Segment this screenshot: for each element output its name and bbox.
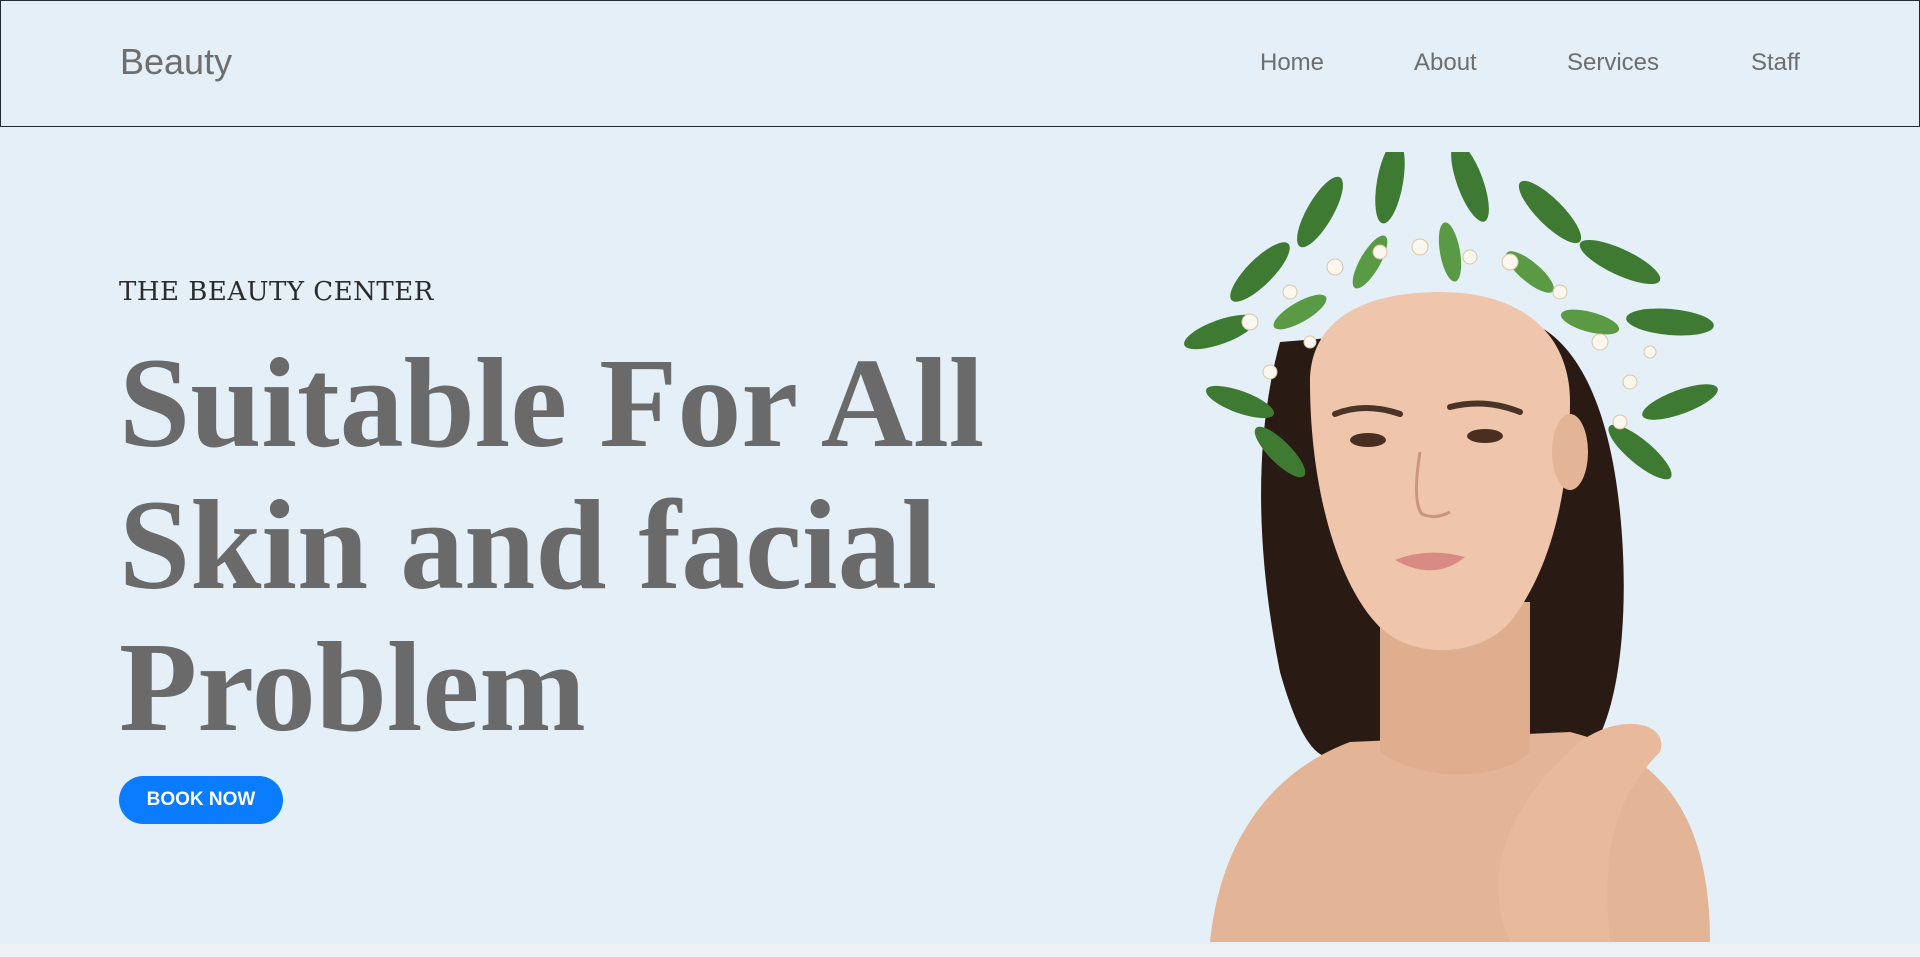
headline-line-2: Skin and facial <box>119 474 938 616</box>
hero-eyebrow: THE BEAUTY CENTER <box>119 277 434 307</box>
headline-line-1: Suitable For All <box>119 332 985 474</box>
hero-woman-photo <box>1184 152 1718 942</box>
nav-link-home[interactable]: Home <box>1260 49 1324 77</box>
headline-line-3: Problem <box>119 616 586 758</box>
top-navbar: Beauty Home About Services Staff <box>0 0 1920 127</box>
nav-link-services[interactable]: Services <box>1567 49 1659 77</box>
hero-headline: Suitable For All Skin and facial Problem <box>119 332 1039 758</box>
nav-link-staff[interactable]: Staff <box>1751 49 1800 77</box>
book-now-button[interactable]: BOOK NOW <box>119 776 283 824</box>
page-bottom-strip <box>0 944 1920 957</box>
nav-link-about[interactable]: About <box>1414 49 1477 77</box>
brand-logo[interactable]: Beauty <box>120 41 232 83</box>
